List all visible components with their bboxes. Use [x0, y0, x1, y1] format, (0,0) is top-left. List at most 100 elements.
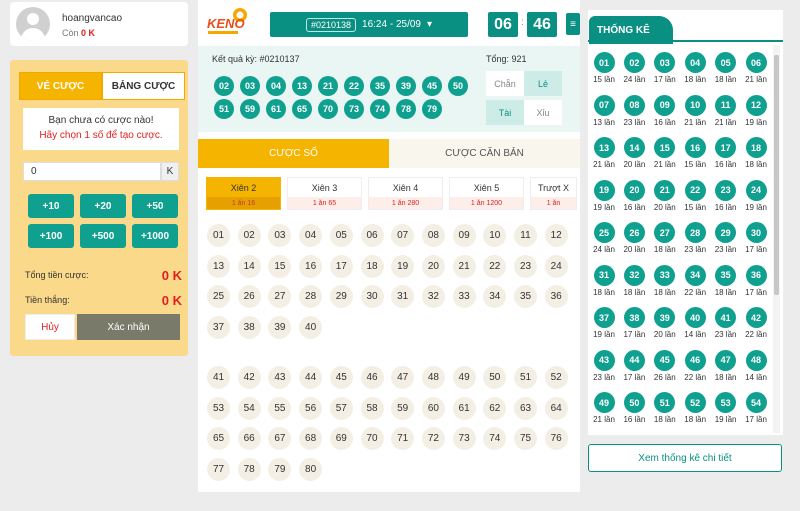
- number-ball-05[interactable]: 05: [329, 224, 353, 247]
- number-ball-20[interactable]: 20: [421, 254, 445, 278]
- number-ball-25[interactable]: 25: [207, 285, 230, 309]
- number-ball-76[interactable]: 76: [544, 427, 568, 451]
- confirm-button[interactable]: Xác nhận: [77, 314, 180, 340]
- number-ball-72[interactable]: 72: [421, 427, 445, 451]
- number-ball-13[interactable]: 13: [207, 254, 230, 278]
- number-ball-52[interactable]: 52: [544, 366, 568, 389]
- number-ball-02[interactable]: 02: [237, 224, 261, 247]
- xien-option[interactable]: Xiên 4 1 ăn 280: [368, 177, 443, 210]
- number-ball-14[interactable]: 14: [237, 254, 261, 278]
- number-ball-22[interactable]: 22: [483, 254, 507, 278]
- amount-input[interactable]: 0: [23, 162, 161, 181]
- number-ball-71[interactable]: 71: [391, 427, 415, 451]
- number-ball-54[interactable]: 54: [237, 396, 261, 420]
- number-ball-31[interactable]: 31: [391, 285, 415, 309]
- xien-option[interactable]: Xiên 2 1 ăn 16: [206, 177, 281, 210]
- number-ball-68[interactable]: 68: [299, 427, 323, 451]
- number-ball-77[interactable]: 77: [207, 458, 230, 482]
- number-ball-24[interactable]: 24: [544, 254, 568, 278]
- number-ball-29[interactable]: 29: [329, 285, 353, 309]
- number-ball-33[interactable]: 33: [452, 285, 476, 309]
- number-ball-11[interactable]: 11: [514, 224, 537, 247]
- number-ball-74[interactable]: 74: [483, 427, 507, 451]
- round-selector[interactable]: #0210138 16:24 - 25/09 ▾: [270, 12, 468, 37]
- number-ball-06[interactable]: 06: [360, 224, 384, 247]
- number-ball-57[interactable]: 57: [329, 396, 353, 420]
- number-ball-80[interactable]: 80: [299, 458, 323, 482]
- number-ball-69[interactable]: 69: [329, 427, 353, 451]
- stats-detail-button[interactable]: Xem thống kê chi tiết: [588, 444, 782, 472]
- number-ball-36[interactable]: 36: [544, 285, 568, 309]
- number-ball-21[interactable]: 21: [452, 254, 476, 278]
- number-ball-03[interactable]: 03: [268, 224, 292, 247]
- number-ball-35[interactable]: 35: [514, 285, 537, 309]
- number-ball-56[interactable]: 56: [299, 396, 323, 420]
- tab-bet-board[interactable]: BẢNG CƯỢC: [102, 72, 185, 100]
- quick-add-20-button[interactable]: +20: [80, 194, 126, 218]
- number-ball-43[interactable]: 43: [268, 366, 292, 389]
- number-ball-58[interactable]: 58: [360, 396, 384, 420]
- stats-scrollbar-thumb[interactable]: [774, 55, 779, 295]
- number-ball-27[interactable]: 27: [268, 285, 292, 309]
- quick-add-100-button[interactable]: +100: [28, 224, 74, 248]
- number-ball-26[interactable]: 26: [237, 285, 261, 309]
- number-ball-17[interactable]: 17: [329, 254, 353, 278]
- xien-option[interactable]: Xiên 5 1 ăn 1200: [449, 177, 524, 210]
- number-ball-60[interactable]: 60: [421, 396, 445, 420]
- quick-add-50-button[interactable]: +50: [132, 194, 178, 218]
- number-ball-50[interactable]: 50: [483, 366, 507, 389]
- xien-option[interactable]: Xiên 3 1 ăn 65: [287, 177, 362, 210]
- number-ball-48[interactable]: 48: [421, 366, 445, 389]
- tab-number-bet[interactable]: CƯỢC SỐ: [198, 139, 389, 168]
- number-ball-38[interactable]: 38: [237, 316, 261, 340]
- number-ball-59[interactable]: 59: [391, 396, 415, 420]
- number-ball-12[interactable]: 12: [544, 224, 568, 247]
- number-ball-07[interactable]: 07: [391, 224, 415, 247]
- number-ball-49[interactable]: 49: [452, 366, 476, 389]
- number-ball-04[interactable]: 04: [299, 224, 323, 247]
- number-ball-42[interactable]: 42: [237, 366, 261, 389]
- number-ball-30[interactable]: 30: [360, 285, 384, 309]
- number-ball-62[interactable]: 62: [483, 396, 507, 420]
- number-ball-41[interactable]: 41: [207, 366, 230, 389]
- quick-add-1000-button[interactable]: +1000: [132, 224, 178, 248]
- xien-option[interactable]: Trượt X 1 ăn: [530, 177, 577, 210]
- number-ball-61[interactable]: 61: [452, 396, 476, 420]
- number-ball-78[interactable]: 78: [237, 458, 261, 482]
- number-ball-63[interactable]: 63: [514, 396, 537, 420]
- quick-add-500-button[interactable]: +500: [80, 224, 126, 248]
- number-ball-65[interactable]: 65: [207, 427, 230, 451]
- number-ball-34[interactable]: 34: [483, 285, 507, 309]
- avatar[interactable]: [16, 7, 50, 41]
- tab-bet-ticket[interactable]: VÉ CƯỢC: [19, 72, 102, 100]
- number-ball-37[interactable]: 37: [207, 316, 230, 340]
- number-ball-73[interactable]: 73: [452, 427, 476, 451]
- number-ball-40[interactable]: 40: [299, 316, 323, 340]
- number-ball-46[interactable]: 46: [360, 366, 384, 389]
- number-ball-23[interactable]: 23: [514, 254, 537, 278]
- number-ball-53[interactable]: 53: [207, 396, 230, 420]
- number-ball-55[interactable]: 55: [268, 396, 292, 420]
- number-ball-64[interactable]: 64: [544, 396, 568, 420]
- quick-add-10-button[interactable]: +10: [28, 194, 74, 218]
- number-ball-19[interactable]: 19: [391, 254, 415, 278]
- number-ball-66[interactable]: 66: [237, 427, 261, 451]
- cancel-button[interactable]: Hủy: [25, 314, 75, 340]
- number-ball-18[interactable]: 18: [360, 254, 384, 278]
- number-ball-08[interactable]: 08: [421, 224, 445, 247]
- number-ball-70[interactable]: 70: [360, 427, 384, 451]
- number-ball-45[interactable]: 45: [329, 366, 353, 389]
- number-ball-16[interactable]: 16: [299, 254, 323, 278]
- number-ball-47[interactable]: 47: [391, 366, 415, 389]
- menu-icon[interactable]: ≡: [566, 13, 580, 35]
- number-ball-67[interactable]: 67: [268, 427, 292, 451]
- number-ball-79[interactable]: 79: [268, 458, 292, 482]
- number-ball-10[interactable]: 10: [483, 224, 507, 247]
- number-ball-32[interactable]: 32: [421, 285, 445, 309]
- number-ball-51[interactable]: 51: [514, 366, 537, 389]
- tab-basic-bet[interactable]: CƯỢC CĂN BẢN: [389, 139, 580, 168]
- number-ball-28[interactable]: 28: [299, 285, 323, 309]
- number-ball-09[interactable]: 09: [452, 224, 476, 247]
- number-ball-39[interactable]: 39: [268, 316, 292, 340]
- number-ball-15[interactable]: 15: [268, 254, 292, 278]
